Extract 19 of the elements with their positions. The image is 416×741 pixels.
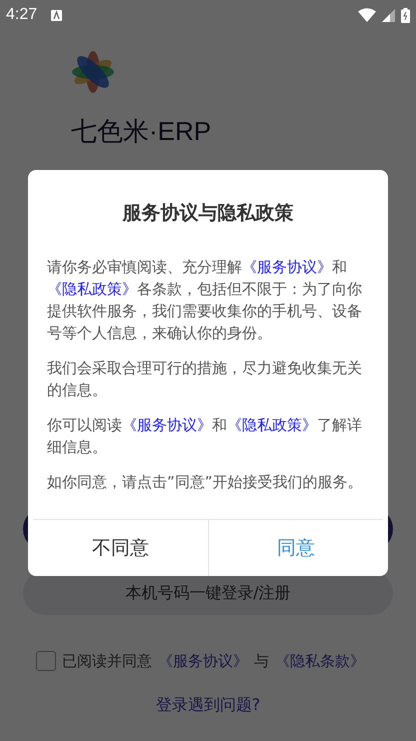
dialog-paragraph: 如你同意，请点击”同意”开始接受我们的服务。 [47, 472, 364, 493]
link[interactable]: 《服务协议》 [122, 416, 212, 434]
status-time: 4:27 [6, 6, 38, 24]
agreement-text: 与 [254, 652, 269, 670]
flower-logo-icon [71, 50, 115, 94]
dialog-paragraph: 你可以阅读《服务协议》和《隐私政策》了解详细信息。 [47, 415, 363, 458]
agreement-text: 已阅读并同意 [62, 652, 152, 670]
app-title: 七色米·ERP [71, 115, 212, 148]
signal-icon [382, 8, 395, 22]
wifi-icon [358, 8, 376, 22]
link[interactable]: 《隐私政策》 [47, 280, 137, 298]
dialog-title: 服务协议与隐私政策 [122, 201, 294, 226]
link[interactable]: 《服务协议》 [242, 258, 332, 276]
notification-icon [51, 10, 62, 20]
link[interactable]: 《隐私政策》 [227, 416, 317, 434]
dialog-paragraph: 我们会采取合理可行的措施，尽力避免收集无关的信息。 [47, 358, 363, 401]
dialog-paragraph: 请你务必审慎阅读、充分理解《服务协议》和 《隐私政策》各条款，包括但不限于：为了向你提供软件服务，我们需要收集你的手机号、设备号等个人信息，来确认你的身份。 [47, 257, 363, 344]
battery-icon [401, 8, 410, 22]
agree-checkbox[interactable] [36, 651, 56, 671]
